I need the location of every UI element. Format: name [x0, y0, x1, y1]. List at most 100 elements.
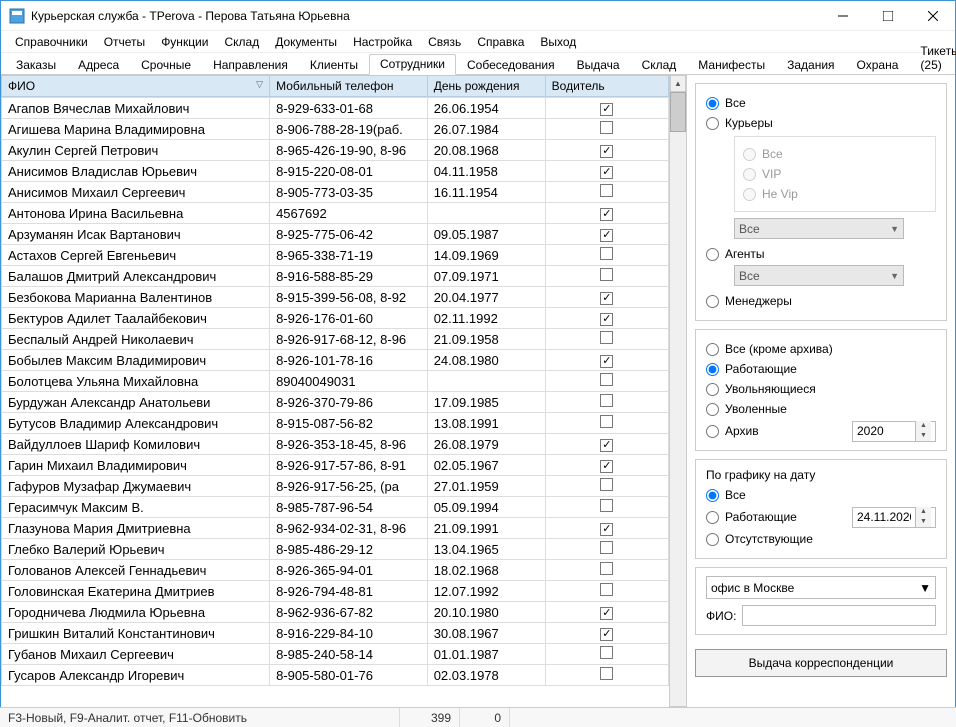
table-row[interactable]: Анисимов Михаил Сергеевич8-905-773-03-35…: [2, 182, 669, 203]
table-row[interactable]: Герасимчук Максим В.8-985-787-96-5405.09…: [2, 497, 669, 518]
cell-driver[interactable]: [545, 329, 668, 350]
courier-type-combo[interactable]: Все▼: [734, 218, 904, 239]
radio-working[interactable]: [706, 363, 719, 376]
archive-year-spinner[interactable]: ▲▼: [852, 421, 936, 442]
vertical-scrollbar[interactable]: ▲ ▼: [669, 75, 686, 723]
menu-Настройка[interactable]: Настройка: [345, 32, 420, 52]
radio-managers[interactable]: [706, 295, 719, 308]
radio-agents[interactable]: [706, 248, 719, 261]
table-row[interactable]: Вайдуллоев Шариф Комилович8-926-353-18-4…: [2, 434, 669, 455]
tab-7[interactable]: Выдача: [566, 55, 631, 75]
table-row[interactable]: Балашов Дмитрий Александрович8-916-588-8…: [2, 266, 669, 287]
tab-6[interactable]: Собеседования: [456, 55, 566, 75]
cell-driver[interactable]: [545, 560, 668, 581]
cell-driver[interactable]: [545, 392, 668, 413]
menu-Отчеты[interactable]: Отчеты: [96, 32, 153, 52]
cell-driver[interactable]: ✓: [545, 203, 668, 224]
menu-Документы[interactable]: Документы: [267, 32, 345, 52]
office-select[interactable]: офис в Москве▼: [706, 576, 936, 599]
table-row[interactable]: Глебко Валерий Юрьевич8-985-486-29-1213.…: [2, 539, 669, 560]
table-row[interactable]: Голованов Алексей Геннадьевич8-926-365-9…: [2, 560, 669, 581]
table-row[interactable]: Городничева Людмила Юрьевна8-962-936-67-…: [2, 602, 669, 623]
menu-Функции[interactable]: Функции: [153, 32, 216, 52]
cell-driver[interactable]: ✓: [545, 140, 668, 161]
radio-fired[interactable]: [706, 403, 719, 416]
menu-Справка[interactable]: Справка: [469, 32, 532, 52]
table-row[interactable]: Гарин Михаил Владимирович8-926-917-57-86…: [2, 455, 669, 476]
radio-sched-absent[interactable]: [706, 533, 719, 546]
table-row[interactable]: Астахов Сергей Евгеньевич8-965-338-71-19…: [2, 245, 669, 266]
table-row[interactable]: Акулин Сергей Петрович8-965-426-19-90, 8…: [2, 140, 669, 161]
tab-0[interactable]: Заказы: [5, 55, 67, 75]
table-row[interactable]: Губанов Михаил Сергеевич8-985-240-58-140…: [2, 644, 669, 665]
menu-Справочники[interactable]: Справочники: [7, 32, 96, 52]
minimize-button[interactable]: [820, 1, 865, 30]
cell-driver[interactable]: ✓: [545, 98, 668, 119]
cell-driver[interactable]: ✓: [545, 308, 668, 329]
radio-sched-working[interactable]: [706, 511, 719, 524]
cell-driver[interactable]: ✓: [545, 455, 668, 476]
table-row[interactable]: Гафуров Музафар Джумаевич8-926-917-56-25…: [2, 476, 669, 497]
radio-leaving[interactable]: [706, 383, 719, 396]
tab-3[interactable]: Направления: [202, 55, 299, 75]
spin-down-icon[interactable]: ▼: [916, 431, 931, 441]
archive-year-input[interactable]: [853, 424, 915, 438]
tab-1[interactable]: Адреса: [67, 55, 130, 75]
radio-couriers[interactable]: [706, 117, 719, 130]
cell-driver[interactable]: [545, 497, 668, 518]
table-row[interactable]: Бектуров Адилет Таалайбекович8-926-176-0…: [2, 308, 669, 329]
scroll-up-icon[interactable]: ▲: [670, 75, 686, 92]
table-row[interactable]: Агишева Марина Владимировна8-906-788-28-…: [2, 119, 669, 140]
schedule-date-spinner[interactable]: ▲▼: [852, 507, 936, 528]
radio-all[interactable]: [706, 97, 719, 110]
cell-driver[interactable]: [545, 245, 668, 266]
cell-driver[interactable]: ✓: [545, 287, 668, 308]
table-row[interactable]: Головинская Екатерина Дмитриев8-926-794-…: [2, 581, 669, 602]
cell-driver[interactable]: [545, 581, 668, 602]
table-row[interactable]: Анисимов Владислав Юрьевич8-915-220-08-0…: [2, 161, 669, 182]
radio-archive[interactable]: [706, 425, 719, 438]
cell-driver[interactable]: [545, 413, 668, 434]
menu-Связь[interactable]: Связь: [420, 32, 469, 52]
schedule-date-input[interactable]: [853, 510, 915, 524]
cell-driver[interactable]: ✓: [545, 350, 668, 371]
tab-2[interactable]: Срочные: [130, 55, 202, 75]
cell-driver[interactable]: [545, 119, 668, 140]
tab-9[interactable]: Манифесты: [687, 55, 776, 75]
agent-type-combo[interactable]: Все▼: [734, 265, 904, 286]
cell-driver[interactable]: [545, 644, 668, 665]
cell-driver[interactable]: ✓: [545, 518, 668, 539]
cell-driver[interactable]: ✓: [545, 623, 668, 644]
tab-8[interactable]: Склад: [631, 55, 688, 75]
radio-all-except-archive[interactable]: [706, 343, 719, 356]
spin-up-icon[interactable]: ▲: [916, 507, 931, 517]
col-bday[interactable]: День рождения: [427, 76, 545, 97]
cell-driver[interactable]: ✓: [545, 161, 668, 182]
menu-Склад[interactable]: Склад: [216, 32, 267, 52]
close-button[interactable]: [910, 1, 955, 30]
tab-10[interactable]: Задания: [776, 55, 845, 75]
spin-down-icon[interactable]: ▼: [916, 517, 931, 527]
tab-4[interactable]: Клиенты: [299, 55, 369, 75]
cell-driver[interactable]: [545, 371, 668, 392]
cell-driver[interactable]: [545, 476, 668, 497]
table-row[interactable]: Гришкин Виталий Константинович8-916-229-…: [2, 623, 669, 644]
fio-filter-input[interactable]: [742, 605, 936, 626]
cell-driver[interactable]: [545, 266, 668, 287]
table-row[interactable]: Глазунова Мария Дмитриевна8-962-934-02-3…: [2, 518, 669, 539]
cell-driver[interactable]: ✓: [545, 434, 668, 455]
table-row[interactable]: Арзуманян Исак Вартанович8-925-775-06-42…: [2, 224, 669, 245]
cell-driver[interactable]: [545, 539, 668, 560]
col-fio[interactable]: ФИО▽: [2, 76, 270, 97]
scroll-thumb[interactable]: [670, 92, 686, 132]
table-row[interactable]: Гусаров Александр Игоревич8-905-580-01-7…: [2, 665, 669, 686]
table-row[interactable]: Агапов Вячеслав Михайлович8-929-633-01-6…: [2, 98, 669, 119]
cell-driver[interactable]: ✓: [545, 602, 668, 623]
tab-5[interactable]: Сотрудники: [369, 54, 456, 75]
table-row[interactable]: Бурдужан Александр Анатольеви8-926-370-7…: [2, 392, 669, 413]
table-row[interactable]: Бутусов Владимир Александрович8-915-087-…: [2, 413, 669, 434]
maximize-button[interactable]: [865, 1, 910, 30]
table-row[interactable]: Бобылев Максим Владимирович8-926-101-78-…: [2, 350, 669, 371]
cell-driver[interactable]: [545, 182, 668, 203]
menu-Выход[interactable]: Выход: [532, 32, 584, 52]
